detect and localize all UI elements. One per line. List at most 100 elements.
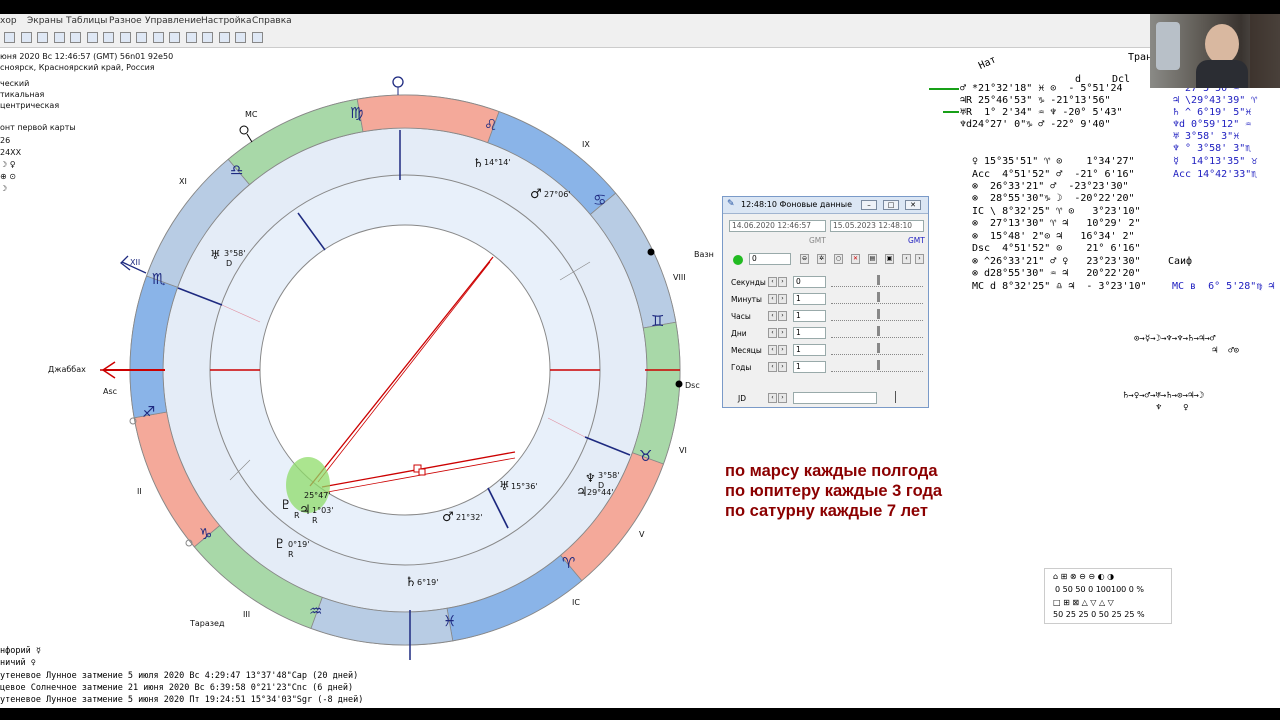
bottom-line: утеневое Лунное затмение 5 июля 2020 Вс … — [0, 671, 359, 681]
chart-info-line: ческий — [0, 79, 30, 88]
chart-info-line: онт первой карты — [0, 123, 76, 132]
days-right-arrow[interactable]: › — [778, 328, 787, 338]
minutes-field[interactable]: 1 — [793, 293, 826, 305]
months-right-arrow[interactable]: › — [778, 345, 787, 355]
table-row-transit: ♄ ^ 6°19' 5"♓ — [1173, 107, 1252, 118]
stats-row: 50 25 25 0 50 25 25 % — [1053, 610, 1145, 619]
table-header-tran: Тран — [1128, 52, 1153, 63]
bottom-line: утеневое Лунное затмение 5 июня 2020 Пт … — [0, 695, 364, 705]
planet-degree: 14°14' — [484, 158, 511, 167]
background-data-dialog[interactable]: ✎ 12:48:10 Фоновые данные – □ ✕ 14.06.20… — [722, 196, 929, 408]
hours-right-arrow[interactable]: › — [778, 311, 787, 321]
maximize-button[interactable]: □ — [883, 200, 899, 210]
gear-icon[interactable]: ✲ — [817, 254, 826, 264]
table-row-transit: ☿ 14°13'35" ♉ — [1173, 156, 1258, 167]
mc-marker — [392, 76, 404, 88]
jd-field[interactable] — [793, 392, 877, 404]
days-left-arrow[interactable]: ‹ — [768, 328, 777, 338]
chart-info-line: 24XX — [0, 148, 22, 157]
planet-degree: 3°58' — [598, 471, 620, 480]
seconds-field[interactable]: 0 — [793, 276, 826, 288]
gmt-label-natal: GMT — [809, 236, 826, 245]
dialog-title: 12:48:10 Фоновые данные — [741, 200, 853, 209]
table-row: ⊗ d28°55'30" ♒ ♃ 20°22'20" — [972, 268, 1141, 279]
jd-right-arrow[interactable]: › — [778, 393, 787, 403]
aspect-indicator — [929, 88, 959, 90]
days-slider[interactable] — [831, 326, 923, 338]
note-line: по сатурну каждые 7 лет — [725, 502, 928, 520]
sagittarius-glyph: ♐ — [142, 403, 156, 421]
stop-icon[interactable]: ⊖ — [800, 254, 809, 264]
minutes-slider[interactable] — [831, 292, 923, 304]
save-icon[interactable]: ▤ — [868, 254, 877, 264]
floppy-icon[interactable]: ▣ — [885, 254, 894, 264]
months-slider[interactable] — [831, 343, 923, 355]
planet-degree: 0°19' — [288, 540, 310, 549]
seconds-left-arrow[interactable]: ‹ — [768, 277, 777, 287]
chart-info-line: ☽ — [0, 184, 8, 193]
dialog-app-icon: ✎ — [727, 199, 735, 209]
minimize-button[interactable]: – — [861, 200, 877, 210]
table-row-transit: ♅ 3°58' 3"♓ — [1173, 131, 1240, 142]
jd-left-arrow[interactable]: ‹ — [768, 393, 777, 403]
hours-left-arrow[interactable]: ‹ — [768, 311, 777, 321]
days-field[interactable]: 1 — [793, 327, 826, 339]
planet-degree: 25°47' — [304, 491, 331, 500]
seconds-slider[interactable] — [831, 275, 923, 287]
dsc-label: Dsc — [685, 381, 700, 390]
minutes-left-arrow[interactable]: ‹ — [768, 294, 777, 304]
table-row-transit: Асс 14°42'33"♏ — [1173, 169, 1258, 180]
planet-degree: 29°44' — [587, 488, 614, 497]
months-left-arrow[interactable]: ‹ — [768, 345, 777, 355]
virgo-glyph: ♍ — [350, 104, 364, 122]
table-row-transit: ♆d 0°59'12" ♒ — [1173, 119, 1252, 130]
arrow-right-icon[interactable]: › — [915, 254, 924, 264]
years-slider[interactable] — [831, 360, 923, 372]
planet-degree: 15°36' — [511, 482, 538, 491]
hours-slider[interactable] — [831, 309, 923, 321]
years-left-arrow[interactable]: ‹ — [768, 362, 777, 372]
circle-icon[interactable]: ○ — [834, 254, 843, 264]
dialog-titlebar[interactable]: ✎ 12:48:10 Фоновые данные – □ ✕ — [723, 197, 928, 214]
minutes-right-arrow[interactable]: › — [778, 294, 787, 304]
stats-row: □ ⊞ ⊠ △ ▽ △ ▽ — [1053, 598, 1114, 607]
table-row: ⊗ 26°33'21" ♂ -23°23'30" — [972, 181, 1129, 192]
webcam-overlay — [1150, 14, 1280, 88]
table-row: ♅R 1° 2'34" ♒ ♆ -20° 5'43" — [960, 107, 1123, 118]
years-right-arrow[interactable]: › — [778, 362, 787, 372]
asc-arrow — [100, 361, 128, 379]
mc-transit-line: МС в 6° 5'28"♍ ♃ — [1172, 281, 1275, 292]
planet-degree: 1°03' — [312, 506, 334, 515]
taurus-glyph: ♉ — [639, 447, 653, 465]
months-field[interactable]: 1 — [793, 344, 826, 356]
table-row: ♆d24°27' 0"♑ ♂ -22° 9'40" — [960, 119, 1111, 130]
table-row: Dsc 4°51'52" ⊙ 21° 6'16" — [972, 243, 1141, 254]
planet-mark: R — [294, 511, 300, 520]
house-v-label: V — [639, 530, 645, 539]
step-field[interactable]: 0 — [749, 253, 791, 265]
cancer-glyph: ♋ — [593, 191, 607, 209]
hours-field[interactable]: 1 — [793, 310, 826, 322]
seconds-label: Секунды — [731, 278, 766, 287]
house-viii-label: VIII — [673, 273, 686, 282]
table-row-transit: ♃ \29°43'39" ♈ — [1173, 95, 1258, 106]
aquarius-glyph: ♒ — [309, 602, 323, 620]
transit-date-field[interactable]: 15.05.2023 12:48:10 — [830, 220, 924, 232]
arrow-left-icon[interactable]: ‹ — [902, 254, 911, 264]
chart-info-line: юня 2020 Вс 12:46:57 (GMT) 56n01 92e50 — [0, 52, 174, 61]
gemini-glyph: ♊ — [651, 312, 665, 330]
planet-degree: 27°06' — [544, 190, 571, 199]
delete-icon[interactable]: ✕ — [851, 254, 860, 264]
bottom-line: ничий ♀ — [0, 658, 36, 668]
chart-info-line: 26 — [0, 136, 11, 145]
capricorn-glyph: ♑ — [199, 525, 213, 543]
table-row: ♀ 15°35'51" ♈ ⊙ 1°34'27" — [972, 156, 1135, 167]
natal-date-field[interactable]: 14.06.2020 12:46:57 — [729, 220, 826, 232]
seconds-right-arrow[interactable]: › — [778, 277, 787, 287]
house-xii-label: XII — [130, 258, 141, 267]
close-button[interactable]: ✕ — [905, 200, 921, 210]
years-field[interactable]: 1 — [793, 361, 826, 373]
run-indicator-icon[interactable] — [733, 255, 743, 265]
star-label-vazn: Вазн — [694, 250, 714, 259]
mc-label: MC — [245, 110, 258, 119]
